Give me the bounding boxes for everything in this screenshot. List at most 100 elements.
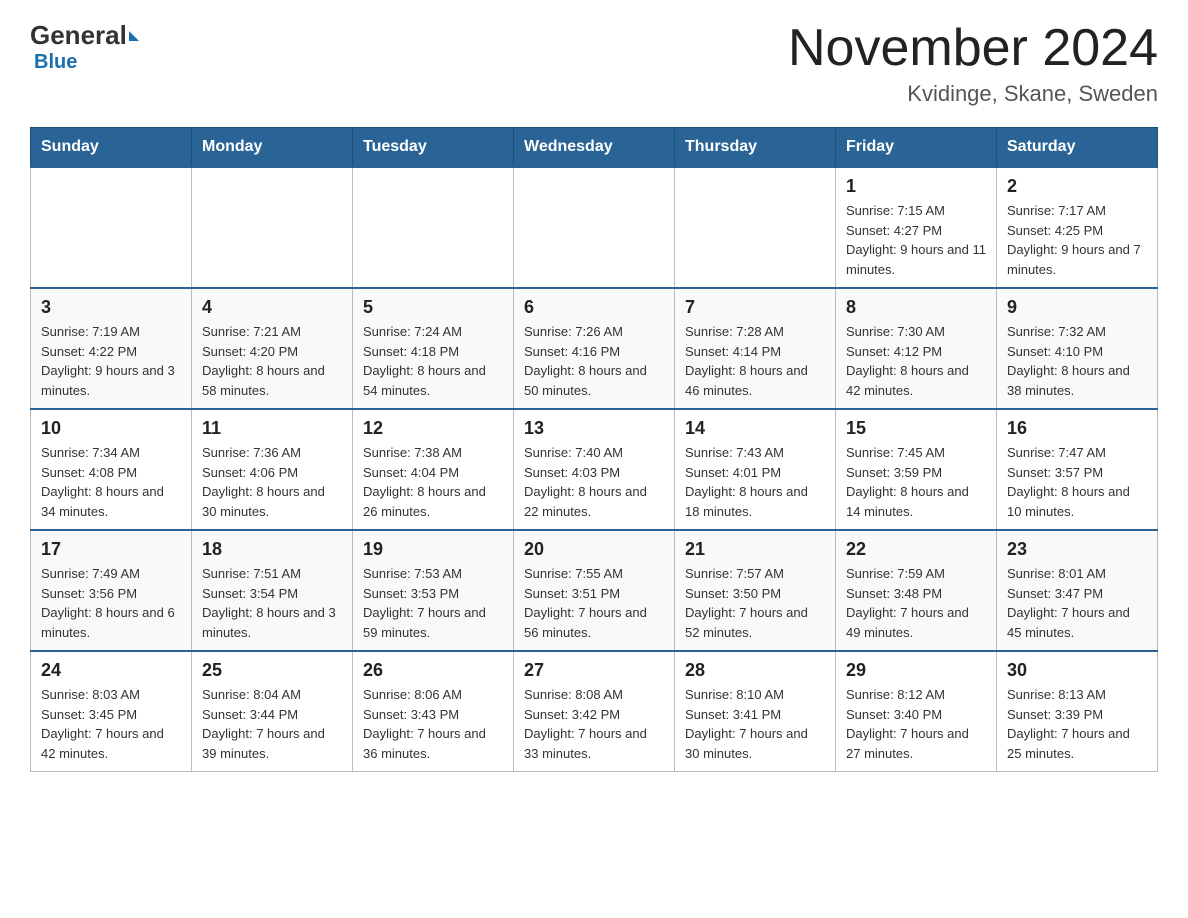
day-info: Sunrise: 7:24 AMSunset: 4:18 PMDaylight:…: [363, 322, 503, 400]
calendar-cell: 5 Sunrise: 7:24 AMSunset: 4:18 PMDaylight…: [353, 288, 514, 409]
day-number: 18: [202, 539, 342, 560]
day-number: 1: [846, 176, 986, 197]
day-number: 5: [363, 297, 503, 318]
logo: General Blue: [30, 20, 139, 74]
day-number: 6: [524, 297, 664, 318]
day-info: Sunrise: 7:51 AMSunset: 3:54 PMDaylight:…: [202, 564, 342, 642]
day-info: Sunrise: 7:34 AMSunset: 4:08 PMDaylight:…: [41, 443, 181, 521]
calendar-cell: 3Sunrise: 7:19 AMSunset: 4:22 PMDaylight…: [31, 288, 192, 409]
day-number: 26: [363, 660, 503, 681]
day-info: Sunrise: 7:26 AMSunset: 4:16 PMDaylight:…: [524, 322, 664, 400]
day-number: 13: [524, 418, 664, 439]
day-info: Sunrise: 8:12 AMSunset: 3:40 PMDaylight:…: [846, 685, 986, 763]
day-number: 4: [202, 297, 342, 318]
day-info: Sunrise: 7:28 AMSunset: 4:14 PMDaylight:…: [685, 322, 825, 400]
calendar-cell: 26 Sunrise: 8:06 AMSunset: 3:43 PMDayligh…: [353, 651, 514, 772]
day-number: 21: [685, 539, 825, 560]
header-row: Sunday Monday Tuesday Wednesday Thursday…: [31, 128, 1158, 168]
week-row-2: 3Sunrise: 7:19 AMSunset: 4:22 PMDaylight…: [31, 288, 1158, 409]
day-number: 17: [41, 539, 181, 560]
col-saturday: Saturday: [997, 128, 1158, 168]
day-info: Sunrise: 7:45 AMSunset: 3:59 PMDaylight:…: [846, 443, 986, 521]
col-monday: Monday: [192, 128, 353, 168]
calendar-cell: 13 Sunrise: 7:40 AMSunset: 4:03 PMDayligh…: [514, 409, 675, 530]
day-number: 2: [1007, 176, 1147, 197]
day-info: Sunrise: 8:01 AMSunset: 3:47 PMDaylight:…: [1007, 564, 1147, 642]
day-number: 27: [524, 660, 664, 681]
day-number: 25: [202, 660, 342, 681]
day-info: Sunrise: 7:36 AMSunset: 4:06 PMDaylight:…: [202, 443, 342, 521]
day-number: 10: [41, 418, 181, 439]
day-number: 7: [685, 297, 825, 318]
col-sunday: Sunday: [31, 128, 192, 168]
calendar-cell: [31, 167, 192, 288]
calendar-cell: 10 Sunrise: 7:34 AMSunset: 4:08 PMDayligh…: [31, 409, 192, 530]
day-number: 20: [524, 539, 664, 560]
day-number: 29: [846, 660, 986, 681]
day-info: Sunrise: 7:59 AMSunset: 3:48 PMDaylight:…: [846, 564, 986, 642]
week-row-3: 10 Sunrise: 7:34 AMSunset: 4:08 PMDayligh…: [31, 409, 1158, 530]
day-info: Sunrise: 8:03 AMSunset: 3:45 PMDaylight:…: [41, 685, 181, 763]
day-info: Sunrise: 7:43 AMSunset: 4:01 PMDaylight:…: [685, 443, 825, 521]
calendar-cell: 29 Sunrise: 8:12 AMSunset: 3:40 PMDayligh…: [836, 651, 997, 772]
calendar-cell: 2 Sunrise: 7:17 AMSunset: 4:25 PMDaylight…: [997, 167, 1158, 288]
calendar-cell: 1 Sunrise: 7:15 AMSunset: 4:27 PMDaylight…: [836, 167, 997, 288]
day-info: Sunrise: 8:08 AMSunset: 3:42 PMDaylight:…: [524, 685, 664, 763]
day-info: Sunrise: 7:53 AMSunset: 3:53 PMDaylight:…: [363, 564, 503, 642]
week-row-4: 17 Sunrise: 7:49 AMSunset: 3:56 PMDayligh…: [31, 530, 1158, 651]
calendar-cell: 21 Sunrise: 7:57 AMSunset: 3:50 PMDayligh…: [675, 530, 836, 651]
day-number: 15: [846, 418, 986, 439]
day-info: Sunrise: 7:32 AMSunset: 4:10 PMDaylight:…: [1007, 322, 1147, 400]
day-number: 24: [41, 660, 181, 681]
col-tuesday: Tuesday: [353, 128, 514, 168]
calendar-cell: 18 Sunrise: 7:51 AMSunset: 3:54 PMDayligh…: [192, 530, 353, 651]
month-title: November 2024: [788, 20, 1158, 77]
week-row-1: 1 Sunrise: 7:15 AMSunset: 4:27 PMDaylight…: [31, 167, 1158, 288]
logo-arrow-icon: [129, 31, 139, 41]
page-header: General Blue November 2024 Kvidinge, Ska…: [30, 20, 1158, 107]
day-info: Sunrise: 7:57 AMSunset: 3:50 PMDaylight:…: [685, 564, 825, 642]
calendar-cell: 27 Sunrise: 8:08 AMSunset: 3:42 PMDayligh…: [514, 651, 675, 772]
col-thursday: Thursday: [675, 128, 836, 168]
day-number: 8: [846, 297, 986, 318]
calendar-cell: 15 Sunrise: 7:45 AMSunset: 3:59 PMDayligh…: [836, 409, 997, 530]
day-number: 3: [41, 297, 181, 318]
day-info: Sunrise: 7:15 AMSunset: 4:27 PMDaylight:…: [846, 201, 986, 279]
calendar-cell: [192, 167, 353, 288]
calendar-cell: 6 Sunrise: 7:26 AMSunset: 4:16 PMDaylight…: [514, 288, 675, 409]
calendar-cell: 14 Sunrise: 7:43 AMSunset: 4:01 PMDayligh…: [675, 409, 836, 530]
day-number: 23: [1007, 539, 1147, 560]
calendar-cell: 24 Sunrise: 8:03 AMSunset: 3:45 PMDayligh…: [31, 651, 192, 772]
day-info: Sunrise: 8:04 AMSunset: 3:44 PMDaylight:…: [202, 685, 342, 763]
title-area: November 2024 Kvidinge, Skane, Sweden: [788, 20, 1158, 107]
day-info: Sunrise: 7:17 AMSunset: 4:25 PMDaylight:…: [1007, 201, 1147, 279]
calendar-cell: 23 Sunrise: 8:01 AMSunset: 3:47 PMDayligh…: [997, 530, 1158, 651]
day-number: 22: [846, 539, 986, 560]
calendar-cell: 25 Sunrise: 8:04 AMSunset: 3:44 PMDayligh…: [192, 651, 353, 772]
day-info: Sunrise: 7:47 AMSunset: 3:57 PMDaylight:…: [1007, 443, 1147, 521]
day-info: Sunrise: 8:06 AMSunset: 3:43 PMDaylight:…: [363, 685, 503, 763]
calendar-cell: 8Sunrise: 7:30 AMSunset: 4:12 PMDaylight…: [836, 288, 997, 409]
day-number: 12: [363, 418, 503, 439]
day-info: Sunrise: 7:40 AMSunset: 4:03 PMDaylight:…: [524, 443, 664, 521]
week-row-5: 24 Sunrise: 8:03 AMSunset: 3:45 PMDayligh…: [31, 651, 1158, 772]
day-number: 16: [1007, 418, 1147, 439]
logo-general: General: [30, 20, 127, 51]
logo-blue: Blue: [34, 51, 77, 74]
calendar-cell: 20Sunrise: 7:55 AMSunset: 3:51 PMDayligh…: [514, 530, 675, 651]
calendar-cell: 7 Sunrise: 7:28 AMSunset: 4:14 PMDaylight…: [675, 288, 836, 409]
calendar-cell: 28 Sunrise: 8:10 AMSunset: 3:41 PMDayligh…: [675, 651, 836, 772]
day-info: Sunrise: 7:21 AMSunset: 4:20 PMDaylight:…: [202, 322, 342, 400]
day-info: Sunrise: 7:38 AMSunset: 4:04 PMDaylight:…: [363, 443, 503, 521]
calendar-cell: 22 Sunrise: 7:59 AMSunset: 3:48 PMDayligh…: [836, 530, 997, 651]
day-number: 14: [685, 418, 825, 439]
day-number: 11: [202, 418, 342, 439]
calendar-table: Sunday Monday Tuesday Wednesday Thursday…: [30, 127, 1158, 772]
location-title: Kvidinge, Skane, Sweden: [788, 81, 1158, 107]
day-info: Sunrise: 7:49 AMSunset: 3:56 PMDaylight:…: [41, 564, 181, 642]
calendar-cell: 19Sunrise: 7:53 AMSunset: 3:53 PMDayligh…: [353, 530, 514, 651]
calendar-cell: [675, 167, 836, 288]
day-number: 28: [685, 660, 825, 681]
day-number: 9: [1007, 297, 1147, 318]
day-info: Sunrise: 8:10 AMSunset: 3:41 PMDaylight:…: [685, 685, 825, 763]
